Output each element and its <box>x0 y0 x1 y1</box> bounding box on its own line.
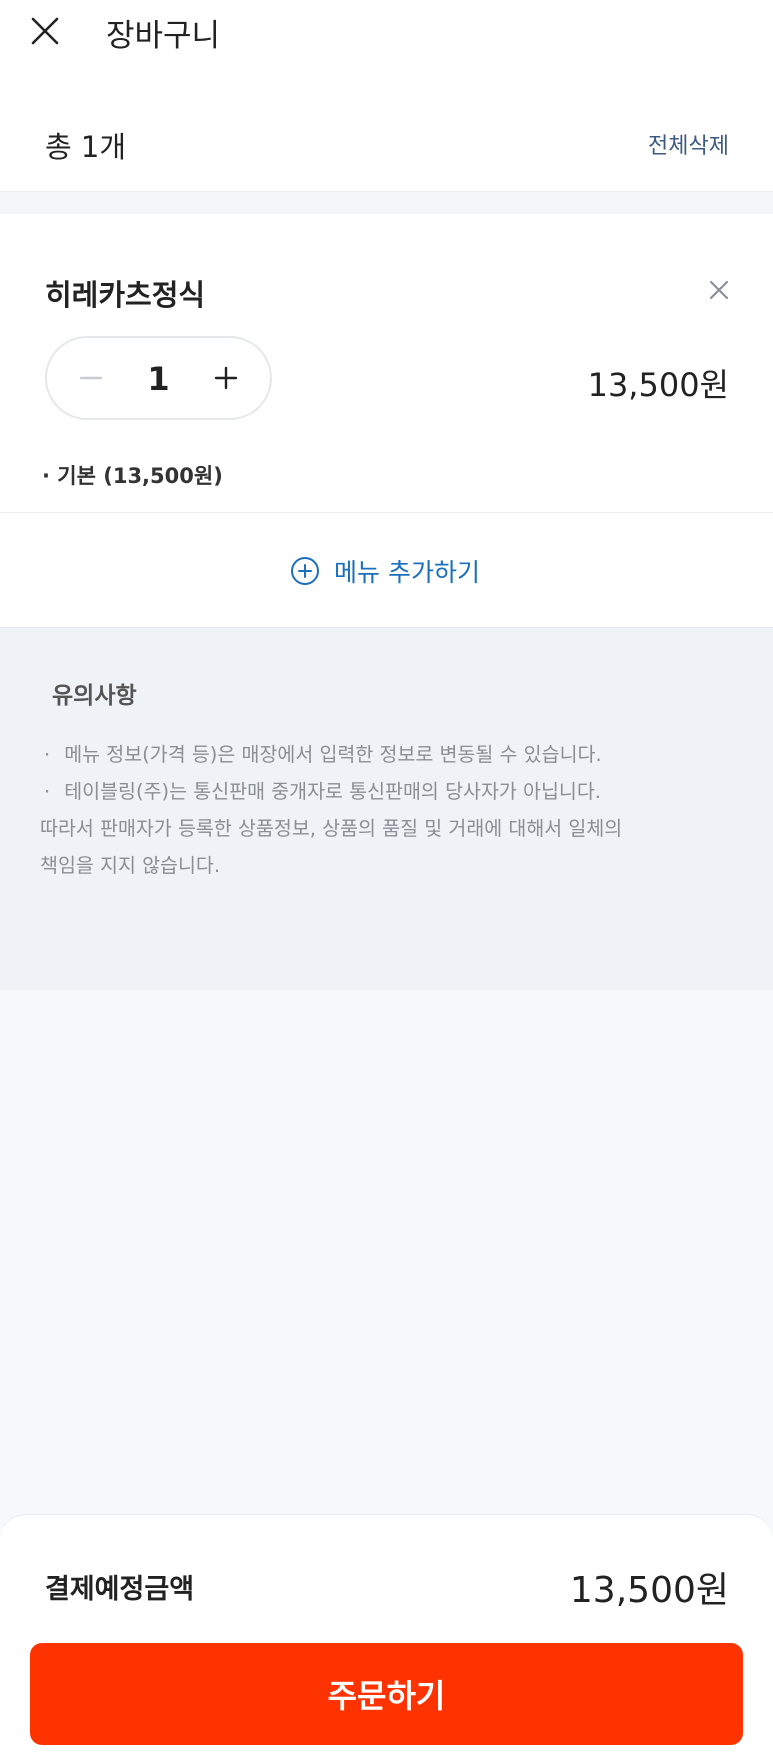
plus-circle-icon <box>291 557 319 585</box>
divider <box>0 512 773 513</box>
delete-all-button[interactable]: 전체삭제 <box>648 128 729 160</box>
page-title: 장바구니 <box>106 18 221 54</box>
notice-section: 유의사항 · 메뉴 정보(가격 등)은 매장에서 입력한 정보로 변동될 수 있습… <box>0 627 773 990</box>
add-menu-label: 메뉴 추가하기 <box>334 558 480 587</box>
item-price: 13,500원 <box>587 366 729 404</box>
notice-line: 책임을 지지 않습니다. <box>40 854 221 877</box>
section-gap <box>0 192 773 214</box>
item-name: 히레카츠정식 <box>45 278 206 312</box>
payment-amount: 13,500원 <box>569 1570 729 1611</box>
plus-icon <box>214 366 238 390</box>
total-count: 총 1개 <box>45 130 127 164</box>
notice-line: · 테이블링(주)는 통신판매 중개자로 통신판매의 당사자가 아닙니다. <box>44 780 601 803</box>
remove-item-icon[interactable] <box>705 276 733 304</box>
close-icon[interactable] <box>22 8 68 54</box>
add-menu-button[interactable]: 메뉴 추가하기 <box>290 551 480 591</box>
order-button[interactable]: 주문하기 <box>30 1643 743 1745</box>
notice-title: 유의사항 <box>52 683 137 709</box>
cart-item-card: 히레카츠정식 1 13,500원 · 기본 (13,500원) 메뉴 추가하기 <box>0 214 773 627</box>
cart-summary: 총 1개 전체삭제 <box>0 62 773 192</box>
notice-line: · 메뉴 정보(가격 등)은 매장에서 입력한 정보로 변동될 수 있습니다. <box>44 743 602 766</box>
checkout-sheet: 결제예정금액 13,500원 주문하기 <box>0 1514 773 1757</box>
header: 장바구니 <box>0 0 773 62</box>
notice-text: · 메뉴 정보(가격 등)은 매장에서 입력한 정보로 변동될 수 있습니다. ·… <box>40 736 740 884</box>
quantity-stepper: 1 <box>45 336 272 420</box>
item-option: · 기본 (13,500원) <box>42 464 223 488</box>
increase-quantity-button[interactable] <box>206 358 246 398</box>
notice-line: 따라서 판매자가 등록한 상품정보, 상품의 품질 및 거래에 대해서 일체의 <box>40 817 623 840</box>
payment-amount-label: 결제예정금액 <box>45 1574 195 1605</box>
